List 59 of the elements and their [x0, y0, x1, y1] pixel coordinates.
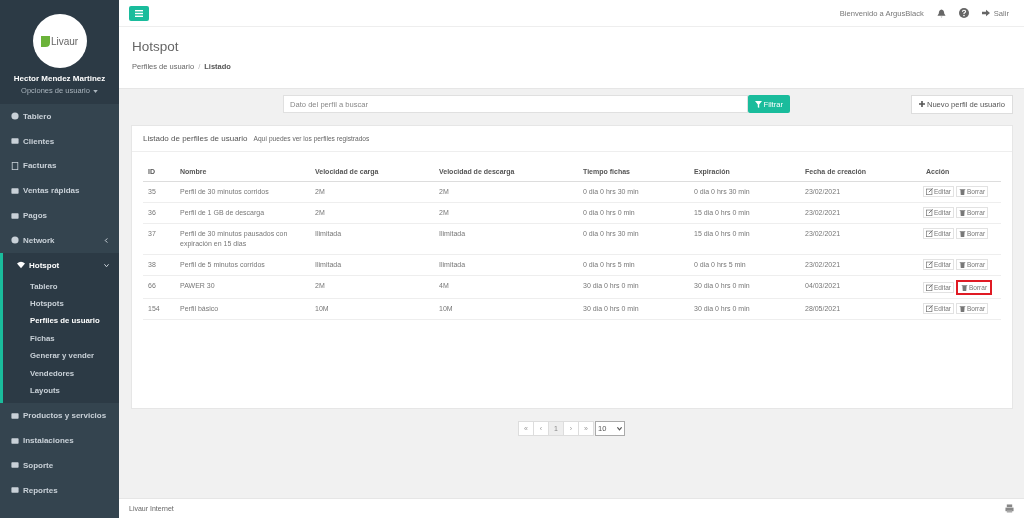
- leaf-icon: [40, 35, 50, 47]
- edit-icon: [926, 284, 933, 291]
- sidebar-item[interactable]: Instalaciones: [0, 428, 119, 453]
- menu-label: Clientes: [23, 136, 56, 146]
- edit-icon: [926, 188, 933, 195]
- sidebar-item[interactable]: Clientes: [0, 128, 119, 154]
- logo-text: Livaur: [50, 35, 79, 47]
- sidebar-item[interactable]: Productos y servicios: [0, 403, 119, 429]
- menu-label: Soporte: [23, 460, 55, 470]
- menu-label: Hotspot: [29, 260, 61, 270]
- sidebar-item[interactable]: Reportes: [0, 477, 119, 503]
- sidebar-item[interactable]: Tablero: [0, 104, 119, 129]
- trash-icon: [961, 284, 968, 291]
- menu-icon: [11, 461, 19, 470]
- help-icon[interactable]: [958, 8, 969, 18]
- trash-icon: [959, 209, 966, 216]
- trash-icon: [959, 305, 966, 312]
- edit-icon: [926, 209, 933, 216]
- menu-label: Productos y servicios: [23, 411, 108, 421]
- menu-icon: [17, 261, 25, 270]
- menu-label: Tablero: [23, 111, 53, 121]
- sidebar-item[interactable]: Facturas: [0, 153, 119, 179]
- bell-icon[interactable]: [936, 8, 946, 18]
- menu-icon: [11, 411, 19, 420]
- menu-label: Pagos: [23, 211, 48, 221]
- menu-label: Instalaciones: [23, 436, 75, 445]
- menu-label: Network: [23, 235, 56, 245]
- logout-icon: [981, 9, 990, 17]
- menu-icon: [11, 236, 19, 245]
- sidebar-item[interactable]: Pagos: [0, 203, 119, 228]
- menu-icon: [11, 436, 19, 445]
- edit-icon: [926, 305, 933, 312]
- menu-label: Reportes: [23, 485, 59, 495]
- sidebar-item[interactable]: Ventas rápidas: [0, 178, 119, 204]
- edit-icon: [926, 230, 933, 237]
- funnel-icon: [754, 100, 762, 108]
- page-title: Hotspot: [132, 39, 180, 54]
- edit-icon: [926, 261, 933, 268]
- menu-label: Ventas rápidas: [23, 186, 81, 196]
- caret-icon: [92, 89, 98, 93]
- sidebar-item[interactable]: Hotspot: [0, 252, 119, 278]
- sidebar-item[interactable]: Network: [0, 228, 119, 253]
- menu-icon: [11, 137, 19, 146]
- menu-label: Facturas: [23, 161, 58, 171]
- printer-icon[interactable]: [1005, 504, 1014, 513]
- trash-icon: [959, 230, 966, 237]
- trash-icon: [959, 261, 966, 268]
- panel-title: Listado de perfiles de usuario: [143, 134, 248, 143]
- menu-icon: [135, 9, 143, 17]
- trash-icon: [959, 188, 966, 195]
- menu-icon: [11, 211, 19, 220]
- plus-icon: [918, 101, 925, 107]
- chevron-icon: [617, 426, 622, 431]
- menu-icon: [11, 112, 19, 121]
- menu-icon: [11, 186, 19, 195]
- user-name: Hector Mendez Martinez: [13, 74, 106, 83]
- sidebar-item[interactable]: Soporte: [0, 452, 119, 478]
- menu-icon: [11, 162, 19, 170]
- menu-icon: [11, 486, 19, 495]
